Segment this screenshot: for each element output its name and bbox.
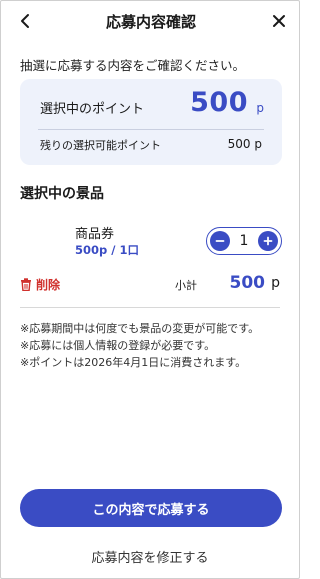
card-divider: [38, 129, 264, 130]
submit-button[interactable]: この内容で応募する: [20, 489, 282, 527]
note-item: ※ポイントは2026年4月1日に消費されます。: [20, 356, 247, 369]
remaining-points-value: 500 p: [227, 137, 262, 151]
section-divider: [20, 307, 280, 308]
header: 応募内容確認: [1, 1, 301, 41]
selected-points-value: 500: [190, 87, 248, 118]
intro-text: 抽選に応募する内容をご確認ください。: [20, 58, 246, 73]
close-icon: [273, 15, 285, 27]
trash-icon: [21, 278, 31, 291]
prize-price: 500p / 1口: [75, 243, 139, 257]
selected-points-label: 選択中のポイント: [40, 102, 145, 117]
delete-button[interactable]: 削除: [20, 276, 60, 293]
note-item: ※応募には個人情報の登録が必要です。: [20, 339, 216, 352]
subtotal-label: 小計: [175, 279, 197, 292]
points-card: 選択中のポイント 500 p 残りの選択可能ポイント 500 p: [20, 79, 282, 165]
delete-label: 削除: [36, 278, 61, 292]
remaining-points-label: 残りの選択可能ポイント: [40, 139, 161, 152]
subtotal-unit: p: [271, 275, 280, 291]
close-button[interactable]: [267, 9, 291, 33]
prize-name: 商品券: [75, 227, 115, 242]
app-frame: 応募内容確認 抽選に応募する内容をご確認ください。 選択中のポイント 500 p…: [0, 0, 300, 579]
notes: ※応募期間中は何度でも景品の変更が可能です。 ※応募には個人情報の登録が必要です…: [20, 320, 259, 371]
prizes-section-title: 選択中の景品: [20, 186, 104, 202]
quantity-stepper: 1: [206, 227, 282, 255]
modify-button[interactable]: 応募内容を修正する: [1, 547, 299, 566]
note-item: ※応募期間中は何度でも景品の変更が可能です。: [20, 322, 260, 335]
page-title: 応募内容確認: [105, 13, 196, 31]
increment-button[interactable]: [258, 231, 278, 251]
subtotal-value: 500: [229, 273, 266, 293]
selected-points-unit: p: [256, 101, 264, 115]
plus-icon: [263, 236, 273, 246]
